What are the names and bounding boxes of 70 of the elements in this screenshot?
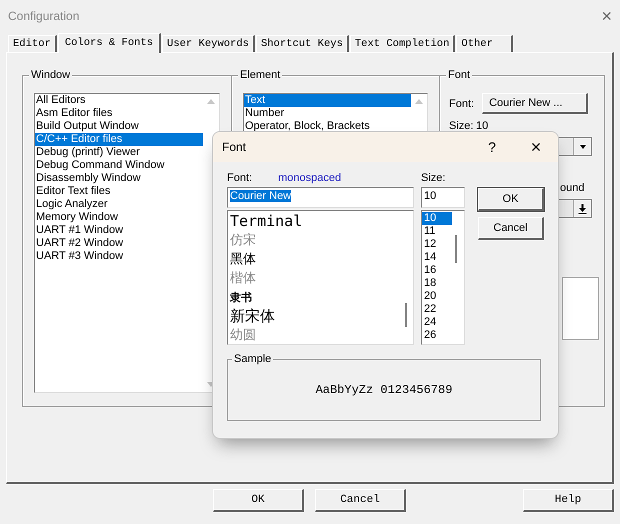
tab[interactable]: Editor: [8, 35, 57, 52]
scroll-up-icon[interactable]: [415, 99, 423, 104]
window-title: Configuration: [8, 9, 80, 23]
window-list[interactable]: [34, 93, 220, 393]
help-button[interactable]: ?: [482, 139, 502, 155]
list-item[interactable]: Logic Analyzer: [35, 198, 203, 211]
field-label: Size:: [421, 171, 446, 186]
list-item[interactable]: Operator, Block, Brackets: [244, 120, 411, 133]
size-list[interactable]: 10 11 12 14 16 18 20 22 24 26: [421, 210, 465, 345]
tab[interactable]: Other: [456, 35, 513, 52]
close-button[interactable]: ×: [601, 6, 612, 26]
list-item[interactable]: C/C++ Editor files: [35, 133, 203, 146]
ok-button[interactable]: OK: [213, 489, 304, 512]
list-item[interactable]: All Editors: [35, 94, 203, 107]
size-item[interactable]: 24: [422, 316, 454, 329]
font-hint: monospaced: [278, 171, 342, 186]
scroll-up-icon[interactable]: [207, 99, 215, 104]
size-item[interactable]: 12: [422, 238, 454, 251]
field-label: Font:: [449, 98, 474, 110]
list-item[interactable]: Number: [244, 107, 411, 120]
tab[interactable]: User Keywords: [162, 35, 255, 52]
font-name-field[interactable]: Courier New: [227, 187, 414, 208]
list-item[interactable]: UART #2 Window: [35, 237, 203, 250]
scrollbar-thumb[interactable]: [405, 303, 407, 327]
help-button[interactable]: Help: [523, 489, 614, 512]
field-value: Courier New: [230, 190, 292, 202]
font-item[interactable]: Terminal: [228, 212, 413, 231]
list-item[interactable]: Debug (printf) Viewer: [35, 146, 203, 159]
size-item[interactable]: 16: [422, 264, 454, 277]
size-item[interactable]: 14: [422, 251, 454, 264]
font-item[interactable]: 隶书: [228, 288, 413, 307]
font-button[interactable]: Courier New ...: [482, 93, 588, 114]
tab[interactable]: Text Completion: [350, 35, 456, 52]
list-item[interactable]: Disassembly Window: [35, 172, 203, 185]
list-item[interactable]: UART #3 Window: [35, 250, 203, 263]
field-label: Size:: [449, 120, 474, 132]
tab[interactable]: Shortcut Keys: [256, 35, 349, 52]
font-list[interactable]: Terminal 仿宋 黑体 楷体 隶书 新宋体 幼圆: [227, 210, 414, 345]
font-item[interactable]: 楷体: [228, 269, 413, 288]
font-item[interactable]: 幼圆: [228, 326, 413, 344]
list-item[interactable]: Memory Window: [35, 211, 203, 224]
preview-box: [562, 277, 599, 340]
scrollbar-thumb[interactable]: [455, 235, 457, 263]
size-item[interactable]: 10: [422, 212, 452, 225]
size-item[interactable]: 22: [422, 303, 454, 316]
group-title: Sample: [232, 352, 274, 366]
list-item[interactable]: Asm Editor files: [35, 107, 203, 120]
size-field[interactable]: 10: [421, 187, 465, 208]
size-item[interactable]: 26: [422, 329, 454, 342]
list-item[interactable]: Editor Text files: [35, 185, 203, 198]
font-item[interactable]: 仿宋: [228, 231, 413, 250]
sample-text: AaBbYyZz 0123456789: [316, 383, 452, 397]
size-value: 10: [476, 120, 488, 132]
cancel-button[interactable]: Cancel: [478, 217, 544, 240]
size-item[interactable]: 20: [422, 290, 454, 303]
list-item[interactable]: Text: [244, 94, 411, 107]
list-item[interactable]: Build Output Window: [35, 120, 203, 133]
list-item[interactable]: Debug Command Window: [35, 159, 203, 172]
field-label: ound: [560, 182, 584, 196]
size-item[interactable]: 11: [422, 225, 454, 238]
field-label: Font:: [227, 171, 252, 186]
font-item[interactable]: 新宋体: [228, 307, 413, 326]
font-item[interactable]: 黑体: [228, 250, 413, 269]
cancel-button[interactable]: Cancel: [315, 489, 406, 512]
tab[interactable]: Colors & Fonts: [58, 33, 162, 53]
size-item[interactable]: 18: [422, 277, 454, 290]
list-item[interactable]: UART #1 Window: [35, 224, 203, 237]
dialog-title: Font: [222, 140, 248, 154]
close-button[interactable]: ×: [524, 135, 548, 159]
ok-button[interactable]: OK: [478, 188, 544, 211]
